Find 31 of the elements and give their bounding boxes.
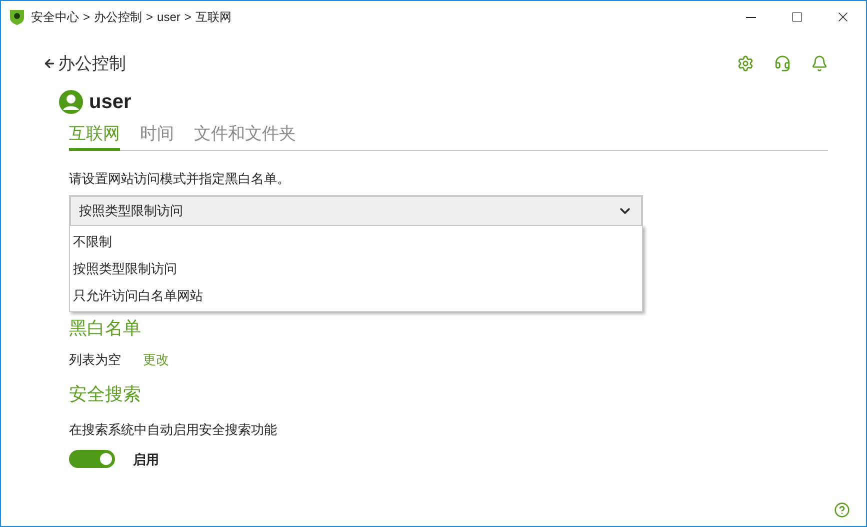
tab[interactable]: 时间 — [140, 120, 174, 151]
settings-icon[interactable] — [737, 55, 754, 72]
dropdown-option[interactable]: 不限制 — [70, 228, 642, 255]
help-icon[interactable] — [834, 502, 850, 518]
arrow-left-icon — [43, 57, 56, 70]
safe-search-toggle[interactable] — [69, 450, 115, 468]
maximize-icon — [791, 11, 803, 23]
notification-icon[interactable] — [811, 55, 828, 72]
minimize-icon — [746, 16, 756, 18]
access-mode-label: 请设置网站访问模式并指定黑白名单。 — [69, 170, 291, 188]
breadcrumb-separator: > — [146, 9, 154, 26]
toggle-label: 启用 — [133, 450, 159, 468]
breadcrumb-item: 安全中心 — [31, 9, 79, 26]
section-heading: 黑白名单 — [69, 316, 142, 340]
breadcrumb-separator: > — [83, 9, 90, 26]
tab[interactable]: 文件和文件夹 — [194, 120, 296, 151]
breadcrumb-item: 互联网 — [195, 9, 232, 26]
section-heading: 安全搜索 — [69, 383, 142, 406]
breadcrumb-item: 办公控制 — [94, 9, 142, 26]
back-link[interactable]: 办公控制 — [43, 51, 126, 76]
app-logo-icon — [9, 9, 25, 25]
list-status: 列表为空 — [69, 350, 121, 368]
user-avatar-icon — [59, 90, 83, 114]
breadcrumb-separator: > — [184, 9, 192, 26]
dropdown-option[interactable]: 只允许访问白名单网站 — [70, 282, 642, 309]
user-name: user — [89, 90, 132, 114]
dropdown-option[interactable]: 按照类型限制访问 — [70, 255, 642, 282]
access-mode-dropdown[interactable]: 按照类型限制访问 — [69, 194, 643, 226]
breadcrumb-item: user — [157, 9, 180, 26]
safe-search-description: 在搜索系统中自动启用安全搜索功能 — [69, 421, 278, 439]
headset-icon[interactable] — [774, 55, 791, 72]
